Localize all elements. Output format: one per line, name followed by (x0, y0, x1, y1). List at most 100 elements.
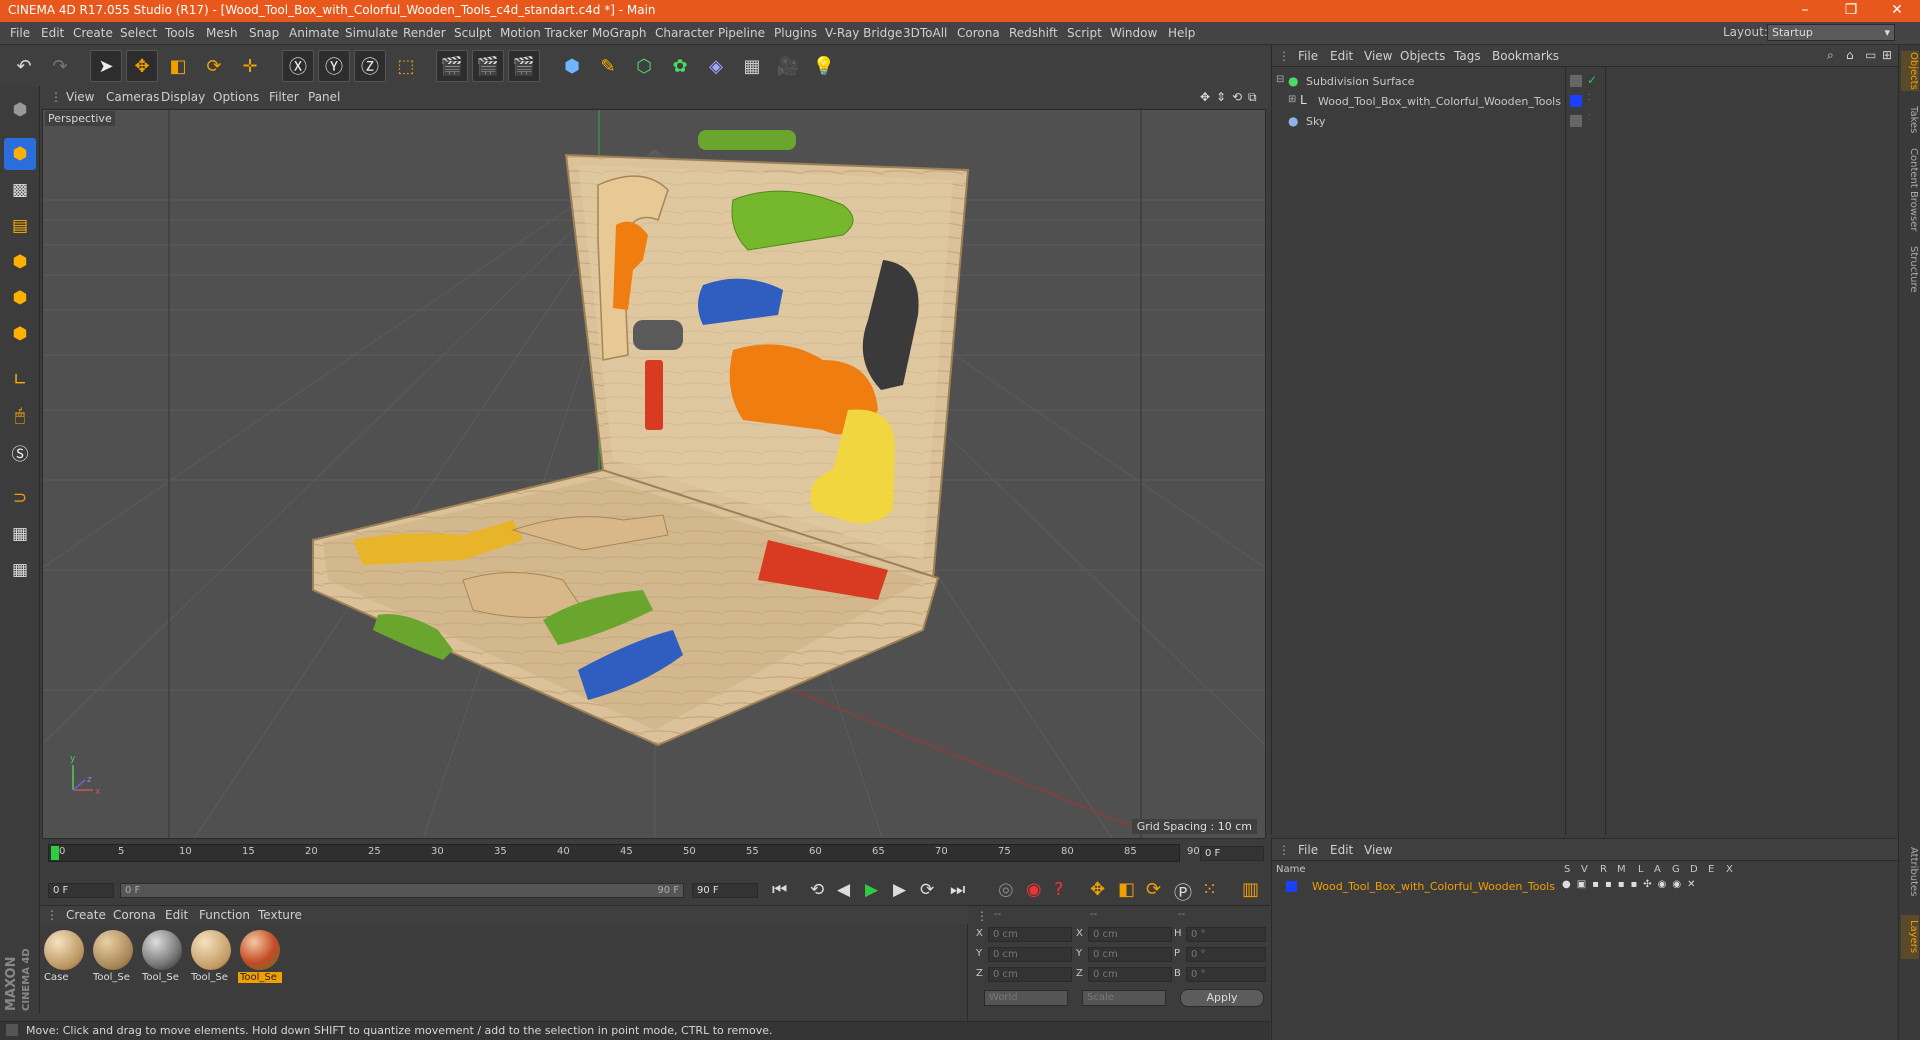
menu-help[interactable]: Help (1168, 26, 1195, 40)
model-mode-icon[interactable]: ⬢ (4, 138, 36, 170)
object-row[interactable]: ⊟ ● Subdivision Surface ✓ (1272, 73, 1898, 91)
previous-key-icon[interactable]: ⟲ (810, 880, 824, 900)
key-scale-icon[interactable]: ◧ (1118, 879, 1135, 900)
y-axis-lock-icon[interactable]: Ⓨ (318, 50, 350, 82)
go-to-end-icon[interactable]: ⏭ (950, 880, 965, 900)
material-swatch[interactable]: Tool_Se (189, 928, 233, 986)
size-z-field[interactable]: 0 cm (1088, 967, 1172, 982)
position-x-field[interactable]: 0 cm (988, 927, 1072, 942)
render-view-icon[interactable]: 🎬 (436, 50, 468, 82)
vp-menu-options[interactable]: Options (213, 90, 259, 104)
home-icon[interactable]: ⌂ (1846, 48, 1854, 62)
previous-frame-icon[interactable]: ◀ (837, 880, 850, 900)
menu-window[interactable]: Window (1110, 26, 1157, 40)
vp-nav-move-icon[interactable]: ✥ (1200, 90, 1210, 104)
menu-render[interactable]: Render (403, 26, 446, 40)
menu-plugins[interactable]: Plugins (774, 26, 817, 40)
menu-edit[interactable]: Edit (41, 26, 64, 40)
apply-button[interactable]: Apply (1180, 989, 1264, 1007)
maximize-button[interactable]: ❐ (1828, 0, 1874, 22)
redo-icon[interactable]: ↷ (44, 50, 76, 82)
obj-menu-file[interactable]: File (1298, 49, 1318, 63)
material-swatch[interactable]: Case (42, 928, 86, 986)
go-to-start-icon[interactable]: ⏮ (772, 880, 787, 900)
obj-menu-view[interactable]: View (1364, 49, 1392, 63)
rotate-tool-icon[interactable]: ⟳ (198, 50, 230, 82)
tab-takes[interactable]: Takes (1901, 103, 1919, 137)
start-frame-field[interactable]: 0 F (48, 883, 114, 898)
rotation-p-field[interactable]: 0 ° (1186, 947, 1266, 962)
layout-select[interactable]: Startup ▾ (1767, 24, 1895, 41)
light-icon[interactable]: 💡 (808, 50, 840, 82)
menu-mesh[interactable]: Mesh (206, 26, 238, 40)
polygons-mode-icon[interactable]: ⬢ (4, 318, 36, 350)
tab-content-browser[interactable]: Content Browser (1901, 145, 1919, 235)
obj-menu-tags[interactable]: Tags (1454, 49, 1481, 63)
rotation-b-field[interactable]: 0 ° (1186, 967, 1266, 982)
select-arrow-icon[interactable]: ➤ (90, 50, 122, 82)
tweak-mode-icon[interactable]: 🖱 (4, 400, 36, 432)
object-row[interactable]: ⊞ L Wood_Tool_Box_with_Colorful_Wooden_T… (1272, 93, 1898, 111)
layer-tag-icon[interactable] (1570, 75, 1582, 87)
menu-character[interactable]: Character (655, 26, 714, 40)
new-window-icon[interactable]: ⊞ (1882, 48, 1892, 62)
mat-menu-texture[interactable]: Texture (258, 908, 302, 922)
key-position-icon[interactable]: ✥ (1090, 879, 1105, 900)
current-frame-field[interactable]: 0 F (1200, 846, 1264, 861)
filter-icon[interactable]: ▭ (1865, 48, 1876, 62)
key-pla-icon[interactable]: ⁙ (1202, 879, 1217, 900)
next-key-icon[interactable]: ⟳ (920, 880, 934, 900)
material-swatch[interactable]: Tool_Se (91, 928, 135, 986)
menu-select[interactable]: Select (120, 26, 157, 40)
menu-snap[interactable]: Snap (249, 26, 279, 40)
menu-sculpt[interactable]: Sculpt (454, 26, 491, 40)
menu-file[interactable]: File (10, 26, 30, 40)
render-settings-icon[interactable]: 🎬 (508, 50, 540, 82)
layer-tag-icon[interactable] (1570, 115, 1582, 127)
floor-icon[interactable]: ▦ (736, 50, 768, 82)
collapse-icon[interactable]: ⊟ (1276, 74, 1284, 85)
vp-menu-display[interactable]: Display (161, 90, 205, 104)
menu-vray-bridge[interactable]: V-Ray Bridge (825, 26, 902, 40)
material-swatch-selected[interactable]: Tool_Se (238, 928, 282, 986)
minimize-button[interactable]: – (1782, 0, 1828, 22)
menu-pipeline[interactable]: Pipeline (718, 26, 765, 40)
vp-layout-icon[interactable]: ⧉ (1248, 90, 1257, 105)
subdivision-icon[interactable]: ⬡ (628, 50, 660, 82)
position-y-field[interactable]: 0 cm (988, 947, 1072, 962)
edges-mode-icon[interactable]: ⬢ (4, 282, 36, 314)
menu-create[interactable]: Create (73, 26, 113, 40)
undo-icon[interactable]: ↶ (8, 50, 40, 82)
points-mode-icon[interactable]: ⬢ (4, 246, 36, 278)
layer-menu-edit[interactable]: Edit (1330, 843, 1353, 857)
layer-flag-icons[interactable]: ●▣▪▪▪▪✣◉◉✕ (1562, 879, 1702, 890)
mat-menu-corona[interactable]: Corona (113, 908, 156, 922)
menu-3dtoall[interactable]: 3DToAll (903, 26, 947, 40)
playhead[interactable] (51, 846, 59, 860)
vp-nav-rotate-icon[interactable]: ⟲ (1232, 90, 1242, 104)
workplane-mode-icon[interactable]: ▤ (4, 210, 36, 242)
array-icon[interactable]: ✿ (664, 50, 696, 82)
size-y-field[interactable]: 0 cm (1088, 947, 1172, 962)
obj-menu-objects[interactable]: Objects (1400, 49, 1445, 63)
tab-attributes[interactable]: Attributes (1901, 840, 1919, 904)
z-axis-lock-icon[interactable]: Ⓩ (354, 50, 386, 82)
menu-tools[interactable]: Tools (165, 26, 195, 40)
expand-icon[interactable]: ⊞ (1288, 94, 1296, 105)
menu-motion-tracker[interactable]: Motion Tracker (500, 26, 588, 40)
visibility-dots-icon[interactable]: ⁚ (1588, 113, 1591, 122)
end-frame-field[interactable]: 90 F (692, 883, 758, 898)
coordinate-system-icon[interactable]: ⬚ (390, 50, 422, 82)
coordinate-space-select[interactable]: World (984, 990, 1068, 1006)
viewport-perspective[interactable]: y z x Perspective Grid Spacing : 10 cm (42, 109, 1266, 839)
camera-icon[interactable]: 🎥 (772, 50, 804, 82)
timeline-window-icon[interactable]: ▥ (1242, 879, 1259, 900)
next-frame-icon[interactable]: ▶ (893, 880, 906, 900)
size-mode-select[interactable]: Scale (1082, 990, 1166, 1006)
vp-nav-zoom-icon[interactable]: ⇕ (1216, 90, 1226, 104)
obj-menu-edit[interactable]: Edit (1330, 49, 1353, 63)
menu-corona[interactable]: Corona (957, 26, 1000, 40)
timeline-track[interactable]: 0 5 10 15 20 25 30 35 40 45 50 55 60 65 … (48, 844, 1200, 862)
pen-spline-icon[interactable]: ✎ (592, 50, 624, 82)
render-picture-icon[interactable]: 🎬 (472, 50, 504, 82)
